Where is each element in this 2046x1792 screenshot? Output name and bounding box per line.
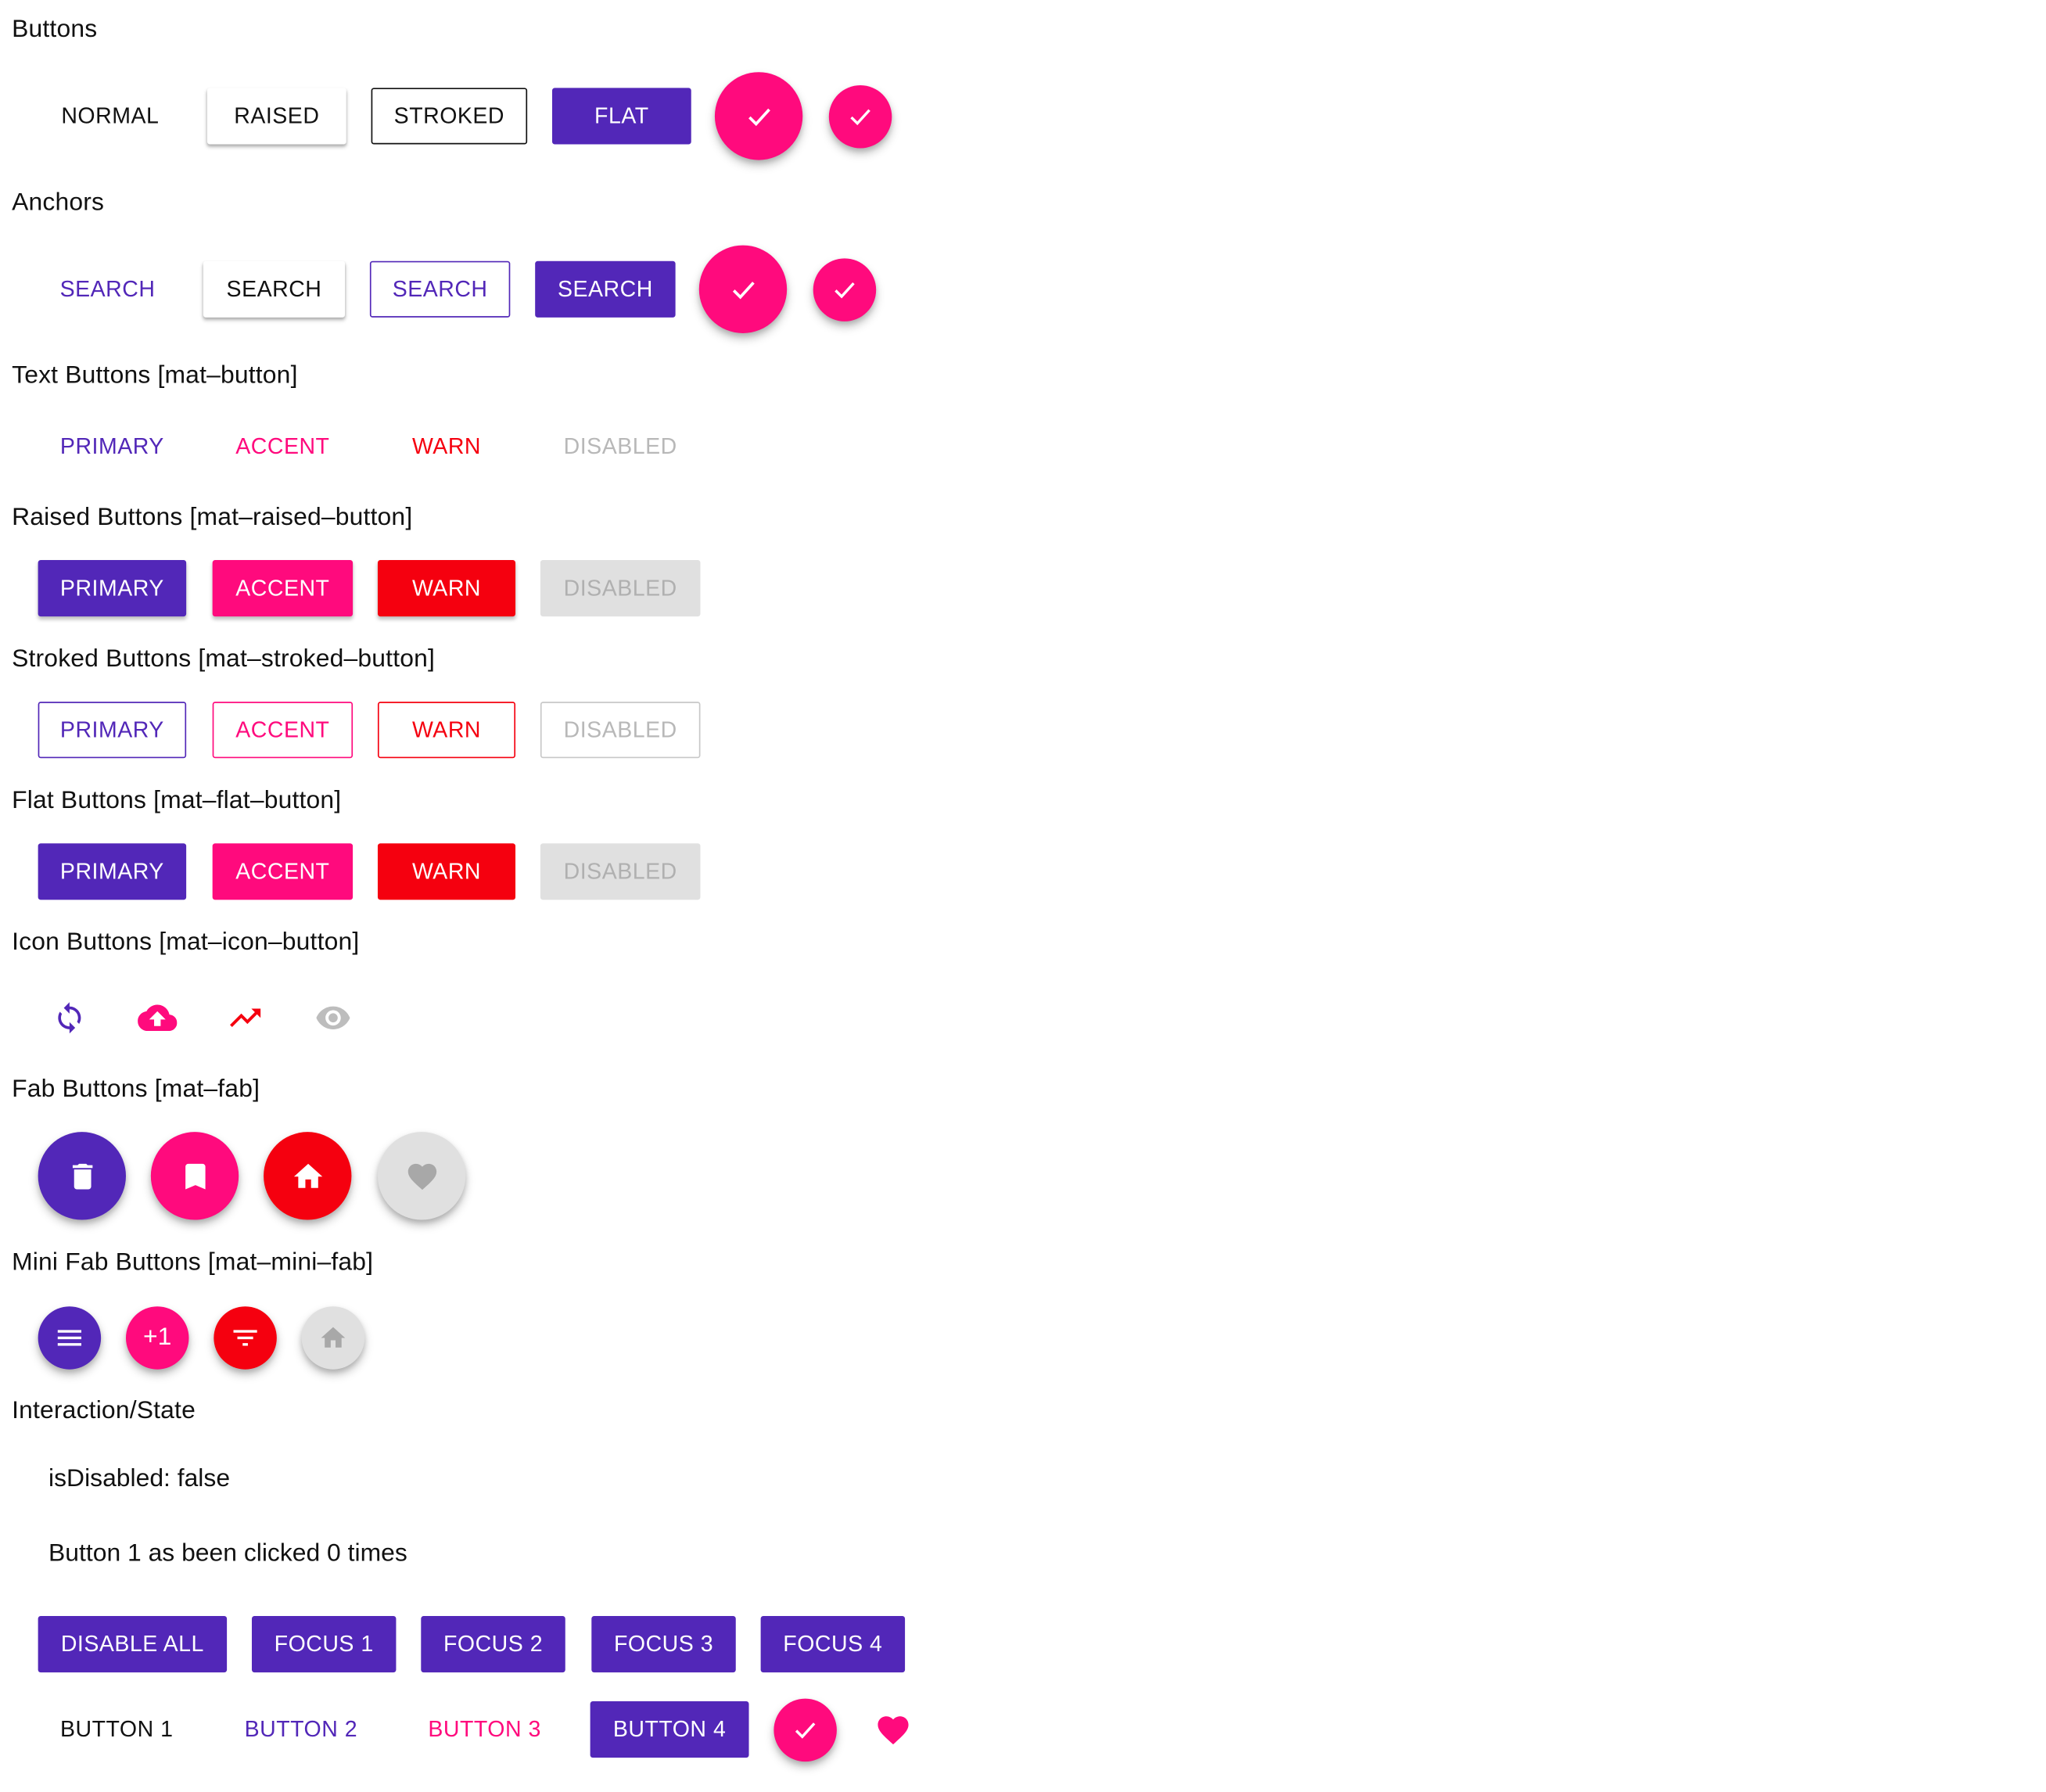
- bookmark-icon: [185, 1163, 205, 1189]
- icon-button-trending-up[interactable]: [219, 992, 271, 1044]
- favorite-icon: [407, 1163, 436, 1190]
- demo-button-4[interactable]: BUTTON 4: [590, 1700, 749, 1758]
- home-icon: [321, 1327, 346, 1348]
- focus-1-button[interactable]: FOCUS 1: [251, 1615, 397, 1673]
- check-icon: [795, 1722, 816, 1739]
- mini-fab-filter-button[interactable]: [214, 1306, 277, 1370]
- section-heading-text-buttons: Text Buttons [mat–button]: [12, 361, 298, 390]
- anchor-stroked-search[interactable]: SEARCH: [369, 260, 511, 318]
- text-warn-button[interactable]: WARN: [378, 418, 515, 475]
- section-heading-anchors: Anchors: [12, 189, 105, 217]
- text-disabled-button: DISABLED: [563, 433, 677, 459]
- section-heading-buttons: Buttons: [12, 16, 98, 44]
- anchor-mini-fab-check[interactable]: [813, 258, 877, 321]
- visibility-icon: [316, 1006, 350, 1029]
- is-disabled-status: isDisabled: false: [48, 1465, 231, 1493]
- stroked-accent-button[interactable]: ACCENT: [212, 702, 354, 759]
- menu-icon: [57, 1330, 81, 1346]
- home-icon: [293, 1163, 322, 1187]
- sync-icon: [58, 1002, 81, 1034]
- check-icon: [850, 109, 870, 126]
- mini-fab-check-button[interactable]: [828, 85, 892, 149]
- flat-primary-button[interactable]: PRIMARY: [38, 843, 187, 900]
- stroked-warn-button[interactable]: WARN: [377, 702, 516, 759]
- focus-4-button[interactable]: FOCUS 4: [760, 1615, 906, 1673]
- icon-button-sync[interactable]: [43, 992, 95, 1044]
- focus-2-button[interactable]: FOCUS 2: [421, 1615, 565, 1673]
- demo-button-3[interactable]: BUTTON 3: [405, 1701, 564, 1758]
- click-count-status: Button 1 as been clicked 0 times: [48, 1539, 407, 1568]
- section-heading-interaction-state: Interaction/State: [12, 1396, 196, 1425]
- anchor-flat-search[interactable]: SEARCH: [535, 260, 676, 318]
- section-heading-raised-buttons: Raised Buttons [mat–raised–button]: [12, 503, 413, 532]
- stroked-disabled-button: DISABLED: [540, 702, 701, 759]
- fab-delete-button[interactable]: [38, 1132, 126, 1220]
- fab-home-button[interactable]: [264, 1132, 352, 1220]
- demo-favorite-icon-button[interactable]: [867, 1704, 919, 1756]
- normal-button[interactable]: NORMAL: [38, 88, 182, 144]
- icon-button-visibility: [307, 992, 359, 1044]
- mini-fab-menu-button[interactable]: [38, 1306, 102, 1370]
- section-heading-flat-buttons: Flat Buttons [mat–flat–button]: [12, 787, 342, 815]
- stroked-primary-button[interactable]: PRIMARY: [38, 702, 187, 759]
- raised-primary-button[interactable]: PRIMARY: [38, 560, 187, 617]
- demo-mini-fab-check[interactable]: [774, 1698, 837, 1762]
- check-icon: [732, 281, 754, 299]
- fab-check-button[interactable]: [714, 72, 803, 160]
- cloud-upload-icon: [138, 1004, 178, 1032]
- anchor-text-search[interactable]: SEARCH: [38, 261, 178, 318]
- raised-button[interactable]: RAISED: [206, 88, 346, 145]
- anchor-fab-check[interactable]: [698, 245, 788, 333]
- flat-button[interactable]: FLAT: [551, 88, 691, 145]
- demo-button-2[interactable]: BUTTON 2: [221, 1701, 380, 1758]
- filter-list-icon: [233, 1330, 257, 1346]
- section-heading-fab-buttons: Fab Buttons [mat–fab]: [12, 1076, 260, 1104]
- section-heading-mini-fab-buttons: Mini Fab Buttons [mat–mini–fab]: [12, 1248, 374, 1277]
- disable-all-button[interactable]: DISABLE ALL: [38, 1615, 228, 1673]
- fab-bookmark-button[interactable]: [150, 1132, 239, 1220]
- button-demo-page: Buttons NORMAL RAISED STROKED FLAT Ancho…: [0, 0, 2046, 1792]
- text-accent-button[interactable]: ACCENT: [213, 418, 353, 475]
- plus-one-icon: +1: [143, 1323, 172, 1352]
- raised-accent-button[interactable]: ACCENT: [212, 560, 354, 617]
- favorite-icon: [878, 1716, 909, 1745]
- trending-up-icon: [230, 1008, 261, 1028]
- focus-3-button[interactable]: FOCUS 3: [591, 1615, 736, 1673]
- check-icon: [835, 282, 855, 299]
- mini-fab-home-button: [301, 1306, 365, 1370]
- text-primary-button[interactable]: PRIMARY: [38, 418, 186, 475]
- demo-button-1[interactable]: BUTTON 1: [38, 1701, 196, 1758]
- flat-disabled-button: DISABLED: [540, 843, 701, 900]
- check-icon: [748, 107, 770, 126]
- fab-favorite-button: [377, 1132, 466, 1220]
- anchor-raised-search[interactable]: SEARCH: [203, 260, 346, 318]
- delete-icon: [72, 1163, 92, 1189]
- section-heading-icon-buttons: Icon Buttons [mat–icon–button]: [12, 928, 360, 957]
- section-heading-stroked-buttons: Stroked Buttons [mat–stroked–button]: [12, 645, 436, 673]
- icon-button-cloud-upload[interactable]: [131, 992, 184, 1044]
- stroked-button[interactable]: STROKED: [371, 88, 528, 145]
- flat-accent-button[interactable]: ACCENT: [212, 843, 354, 900]
- raised-disabled-button: DISABLED: [540, 560, 701, 617]
- raised-warn-button[interactable]: WARN: [377, 560, 516, 617]
- mini-fab-plus-one-button[interactable]: +1: [125, 1306, 189, 1370]
- flat-warn-button[interactable]: WARN: [377, 843, 516, 900]
